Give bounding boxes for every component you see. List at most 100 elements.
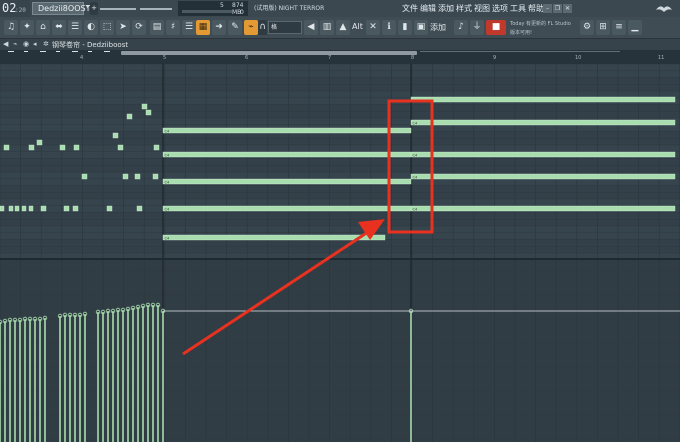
note[interactable] <box>162 178 412 185</box>
note[interactable] <box>0 205 5 212</box>
add-label[interactable]: 添加 <box>430 22 446 33</box>
note[interactable] <box>145 109 152 116</box>
note[interactable] <box>410 173 676 180</box>
note[interactable] <box>8 205 14 212</box>
add-pattern-button[interactable]: + <box>90 2 98 15</box>
piano-roll-grid[interactable]: C4 C4 C4 C4 C4 C4 C4 C4 C4 <box>0 64 680 258</box>
note[interactable] <box>162 127 412 134</box>
options-arrow-icon[interactable]: ◀ <box>3 40 8 48</box>
note[interactable] <box>162 205 412 212</box>
level-icon[interactable]: ▁ <box>628 20 642 35</box>
tool-button-1[interactable]: ♫ <box>4 20 18 35</box>
note[interactable] <box>134 173 141 180</box>
tool-button-2[interactable]: ✦ <box>20 20 34 35</box>
note[interactable] <box>3 144 10 151</box>
note[interactable] <box>136 205 143 212</box>
note-label: C4 <box>165 180 171 184</box>
note[interactable] <box>28 144 35 151</box>
note[interactable] <box>410 205 676 212</box>
browser-icon[interactable]: ☰ <box>182 20 196 35</box>
menu-help[interactable]: 帮助 <box>528 3 544 14</box>
note[interactable] <box>410 151 676 158</box>
note[interactable] <box>21 205 27 212</box>
menu-tools[interactable]: 工具 <box>510 3 526 14</box>
plugin-icon[interactable]: ♪ <box>454 20 468 35</box>
note[interactable] <box>117 144 124 151</box>
magnet-icon[interactable]: ⌁ <box>244 20 258 35</box>
note[interactable] <box>112 132 119 139</box>
news-icon[interactable]: ■ <box>486 20 506 35</box>
note[interactable] <box>28 205 34 212</box>
news-panel[interactable]: Today 有更新的 FL Studio 版本可用! <box>510 20 572 37</box>
pattern-selector[interactable]: Dedzii8OOST <box>32 2 90 15</box>
settings-icon[interactable]: ⚙ <box>580 20 594 35</box>
alt-label[interactable]: Alt <box>352 22 363 31</box>
snap-icon[interactable]: ∩ <box>258 20 267 35</box>
chevron-down-icon[interactable]: ▾ <box>86 3 90 11</box>
song-position-display[interactable]: 02 :20 <box>0 0 30 17</box>
menu-file[interactable]: 文件 <box>402 3 418 14</box>
menu-edit[interactable]: 编辑 <box>420 3 436 14</box>
menu-add[interactable]: 添加 <box>438 3 454 14</box>
speaker-icon[interactable]: ◀ <box>304 20 318 35</box>
hint-icon[interactable]: ℹ <box>382 20 396 35</box>
close-button[interactable]: ✕ <box>563 4 572 13</box>
tool-button-9[interactable]: ⟳ <box>132 20 146 35</box>
tool-button-4[interactable]: ⬌ <box>52 20 66 35</box>
tempo-button[interactable]: ▥ <box>320 20 334 35</box>
note[interactable] <box>410 119 676 126</box>
menu-view[interactable]: 视图 <box>474 3 490 14</box>
channel-rack-icon[interactable]: ▮ <box>398 20 412 35</box>
note[interactable] <box>162 151 412 158</box>
metronome-icon[interactable]: ▲ <box>336 20 350 35</box>
master-volume-slider[interactable] <box>100 8 136 10</box>
note[interactable] <box>126 113 133 120</box>
velocity-lanes[interactable] <box>0 260 680 442</box>
tool-button-5[interactable]: ☰ <box>68 20 82 35</box>
velocity-editor[interactable] <box>0 260 680 442</box>
eye-icon[interactable]: ◉ <box>23 40 29 48</box>
grid-icon[interactable]: ⊞ <box>596 20 610 35</box>
master-pitch-slider[interactable] <box>140 8 172 10</box>
timeline-ruler[interactable]: 4 5 6 7 8 9 10 11 <box>0 50 680 64</box>
restore-button[interactable]: ❐ <box>553 4 562 13</box>
note[interactable] <box>122 173 129 180</box>
speaker-icon[interactable]: ◂ <box>33 40 37 48</box>
mixer-icon[interactable]: ♯ <box>166 20 180 35</box>
note[interactable] <box>141 103 148 110</box>
velocity-stems[interactable] <box>0 302 680 442</box>
note[interactable] <box>59 144 66 151</box>
note[interactable] <box>106 205 113 212</box>
minimize-button[interactable]: – <box>543 4 552 13</box>
note[interactable] <box>162 234 386 241</box>
note[interactable] <box>152 173 159 180</box>
note[interactable] <box>63 205 70 212</box>
settings-icon[interactable]: ✲ <box>43 40 49 48</box>
note-label: C4 <box>413 153 419 157</box>
note[interactable] <box>410 96 676 103</box>
playlist-button-active[interactable]: ▦ <box>196 20 210 35</box>
menu-patterns[interactable]: 样式 <box>456 3 472 14</box>
note[interactable] <box>153 144 160 151</box>
tool-button-7[interactable]: ⬚ <box>100 20 114 35</box>
bars-icon[interactable]: ≡ <box>612 20 626 35</box>
menu-options[interactable]: 选项 <box>492 3 508 14</box>
note[interactable] <box>40 205 47 212</box>
cross-icon[interactable]: ✕ <box>366 20 380 35</box>
note[interactable] <box>14 205 20 212</box>
note-grid[interactable]: C4 C4 C4 C4 C4 C4 C4 C4 C4 <box>0 64 680 258</box>
snap-magnet-icon[interactable]: ⌁ <box>13 40 17 48</box>
tool-button-8[interactable]: ➤ <box>116 20 130 35</box>
tool-button-3[interactable]: ⌂ <box>36 20 50 35</box>
piano-roll-icon[interactable]: ▤ <box>150 20 164 35</box>
pencil-icon[interactable]: ✎ <box>228 20 242 35</box>
snap-selector[interactable]: 格 <box>268 21 302 34</box>
note[interactable] <box>73 144 80 151</box>
note[interactable] <box>36 139 43 146</box>
note[interactable] <box>81 173 88 180</box>
note[interactable] <box>72 205 79 212</box>
mic-icon[interactable]: ⏚ <box>470 20 484 35</box>
stamp-icon[interactable]: ▣ <box>414 20 428 35</box>
arrow-right-icon[interactable]: ➜ <box>212 20 226 35</box>
tool-button-6[interactable]: ◐ <box>84 20 98 35</box>
